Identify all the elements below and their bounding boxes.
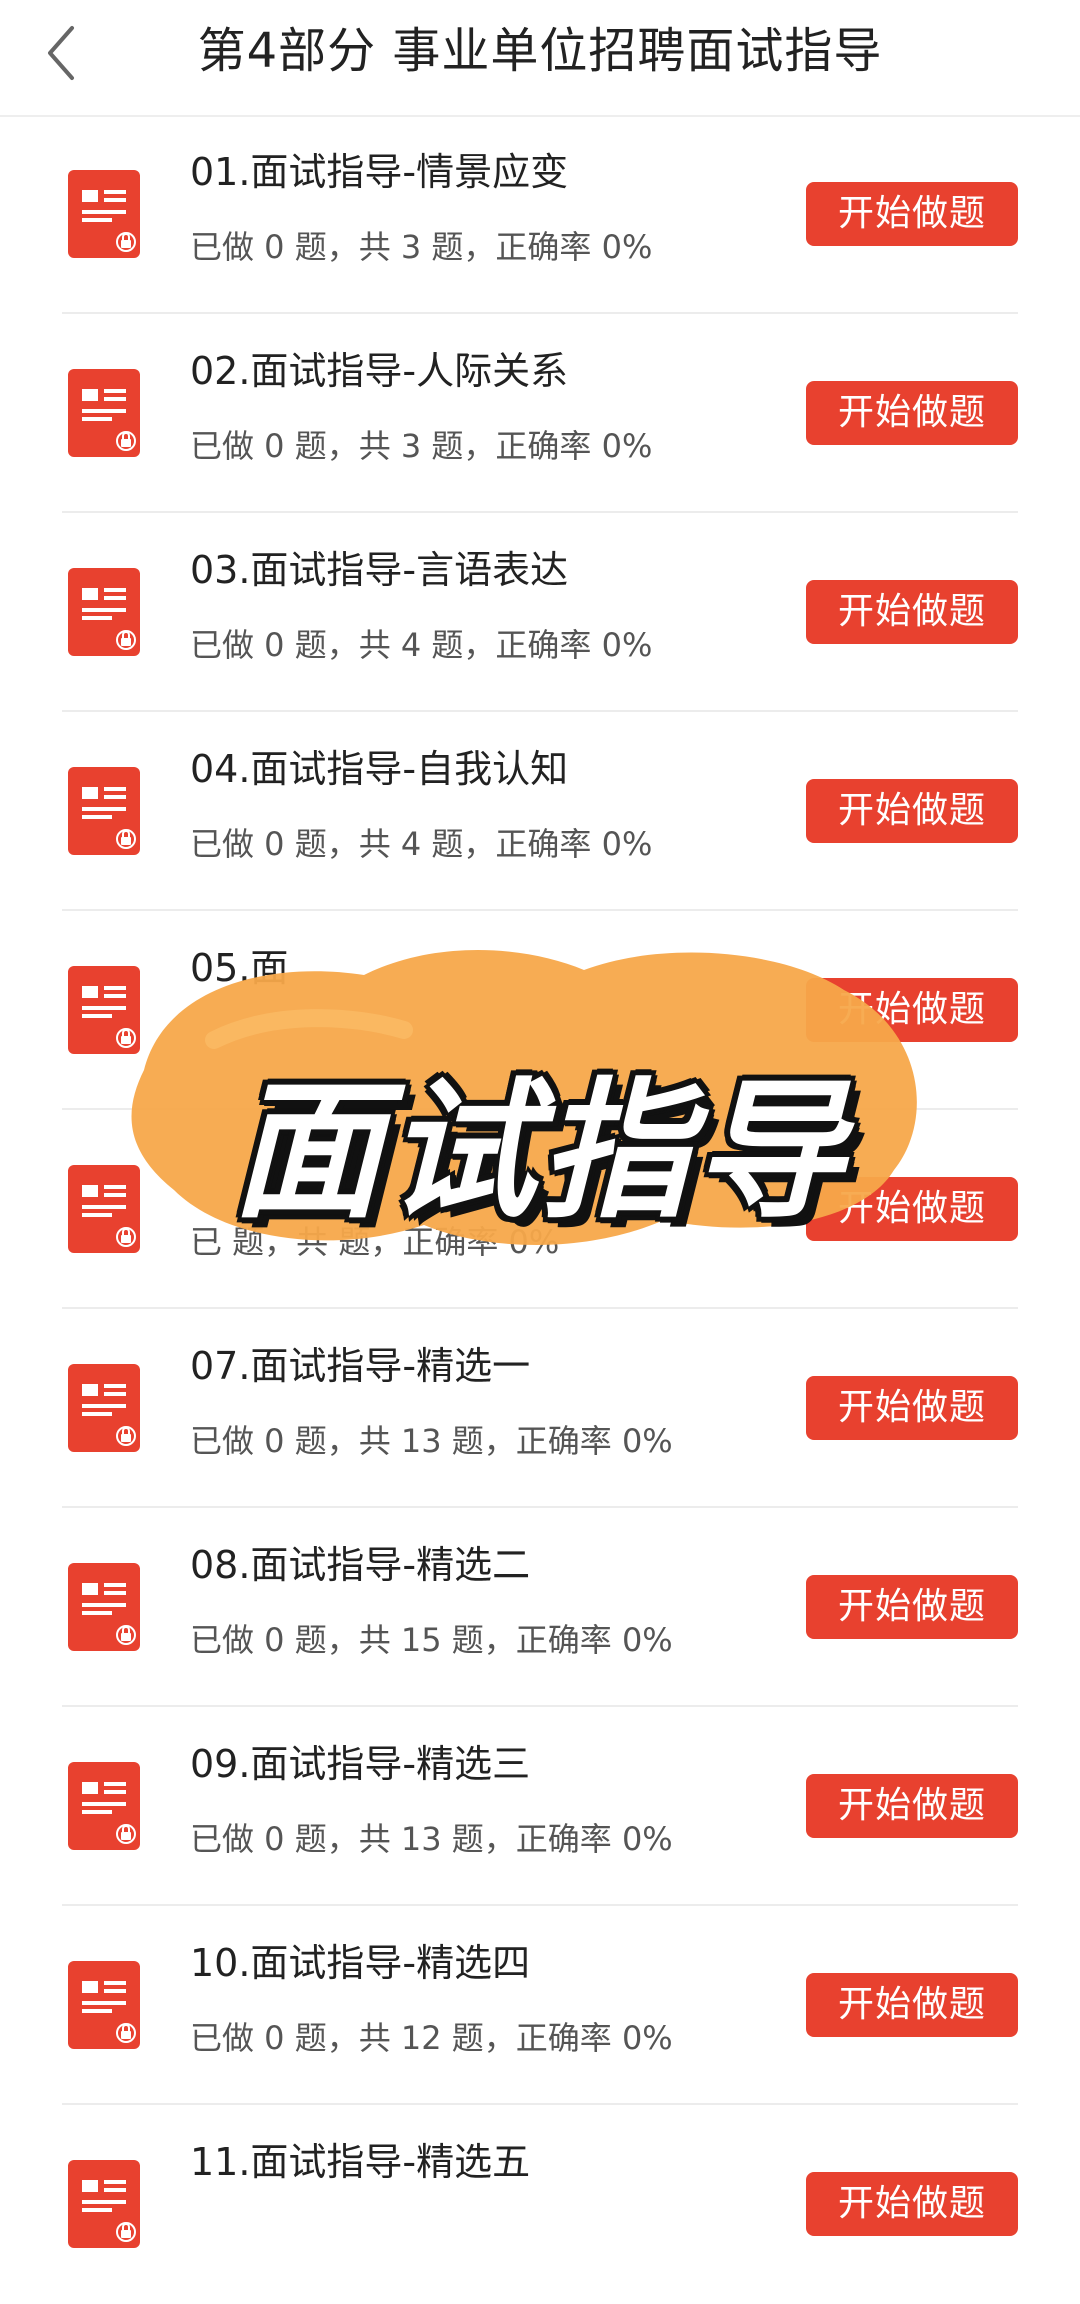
locked-document-icon <box>68 767 140 855</box>
locked-document-icon <box>68 1961 140 2049</box>
start-practice-button[interactable]: 开始做题 <box>806 2172 1018 2236</box>
item-title: 02.面试指导-人际关系 <box>190 349 569 393</box>
locked-document-icon <box>68 1563 140 1651</box>
item-progress-text: 已做 0 题，共 3 题，正确率 0% <box>190 427 653 465</box>
start-practice-button[interactable]: 开始做题 <box>806 978 1018 1042</box>
list-item: 05.面开始做题 <box>62 911 1018 1110</box>
item-progress-text: 已做 0 题，共 15 题，正确率 0% <box>190 1621 673 1659</box>
list-item: 03.面试指导-言语表达已做 0 题，共 4 题，正确率 0% 开始做题 <box>62 513 1018 712</box>
top-bar: 第4部分 事业单位招聘面试指导 <box>0 0 1080 117</box>
item-title: 11.面试指导-精选五 <box>190 2140 531 2184</box>
list-item: 08.面试指导-精选二已做 0 题，共 15 题，正确率 0% 开始做题 <box>62 1508 1018 1707</box>
item-title: 07.面试指导-精选一 <box>190 1344 531 1388</box>
locked-document-icon <box>68 1762 140 1850</box>
item-title: 10.面试指导-精选四 <box>190 1941 531 1985</box>
item-progress-text: 已做 0 题，共 3 题，正确率 0% <box>190 228 653 266</box>
item-progress-text: 已做 0 题，共 4 题，正确率 0% <box>190 825 653 863</box>
start-practice-button[interactable]: 开始做题 <box>806 381 1018 445</box>
start-practice-button[interactable]: 开始做题 <box>806 1973 1018 2037</box>
start-practice-button[interactable]: 开始做题 <box>806 1376 1018 1440</box>
item-title: 04.面试指导-自我认知 <box>190 747 569 791</box>
item-title: 05.面 <box>190 946 289 990</box>
item-progress-text: 已做 0 题，共 12 题，正确率 0% <box>190 2019 673 2057</box>
locked-document-icon <box>68 568 140 656</box>
list-item: 07.面试指导-精选一已做 0 题，共 13 题，正确率 0% 开始做题 <box>62 1309 1018 1508</box>
start-practice-button[interactable]: 开始做题 <box>806 779 1018 843</box>
item-title: 08.面试指导-精选二 <box>190 1543 531 1587</box>
item-progress-text: 已做 0 题，共 13 题，正确率 0% <box>190 1422 673 1460</box>
start-practice-button[interactable]: 开始做题 <box>806 1575 1018 1639</box>
start-practice-button[interactable]: 开始做题 <box>806 182 1018 246</box>
list-item: 09.面试指导-精选三已做 0 题，共 13 题，正确率 0% 开始做题 <box>62 1707 1018 1906</box>
locked-document-icon <box>68 2160 140 2248</box>
item-progress-text: 已做 0 题，共 13 题，正确率 0% <box>190 1820 673 1858</box>
list-item: 01.面试指导-情景应变已做 0 题，共 3 题，正确率 0% 开始做题 <box>62 115 1018 314</box>
item-title: 09.面试指导-精选三 <box>190 1742 531 1786</box>
start-practice-button[interactable]: 开始做题 <box>806 580 1018 644</box>
start-practice-button[interactable]: 开始做题 <box>806 1177 1018 1241</box>
item-progress-text: 已 题，共 题，正确率 0% <box>190 1223 560 1261</box>
locked-document-icon <box>68 1364 140 1452</box>
list-item: 04.面试指导-自我认知已做 0 题，共 4 题，正确率 0% 开始做题 <box>62 712 1018 911</box>
exercise-list: 01.面试指导-情景应变已做 0 题，共 3 题，正确率 0% 开始做题 02.面… <box>0 115 1080 2304</box>
locked-document-icon <box>68 966 140 1054</box>
page-title: 第4部分 事业单位招聘面试指导 <box>197 23 883 79</box>
item-title: 01.面试指导-情景应变 <box>190 150 569 194</box>
item-title: 03.面试指导-言语表达 <box>190 548 569 592</box>
list-item: 已 题，共 题，正确率 0% 开始做题 <box>62 1110 1018 1309</box>
locked-document-icon <box>68 1165 140 1253</box>
list-item: 10.面试指导-精选四已做 0 题，共 12 题，正确率 0% 开始做题 <box>62 1906 1018 2105</box>
list-item: 02.面试指导-人际关系已做 0 题，共 3 题，正确率 0% 开始做题 <box>62 314 1018 513</box>
locked-document-icon <box>68 369 140 457</box>
item-progress-text: 已做 0 题，共 4 题，正确率 0% <box>190 626 653 664</box>
start-practice-button[interactable]: 开始做题 <box>806 1774 1018 1838</box>
locked-document-icon <box>68 170 140 258</box>
